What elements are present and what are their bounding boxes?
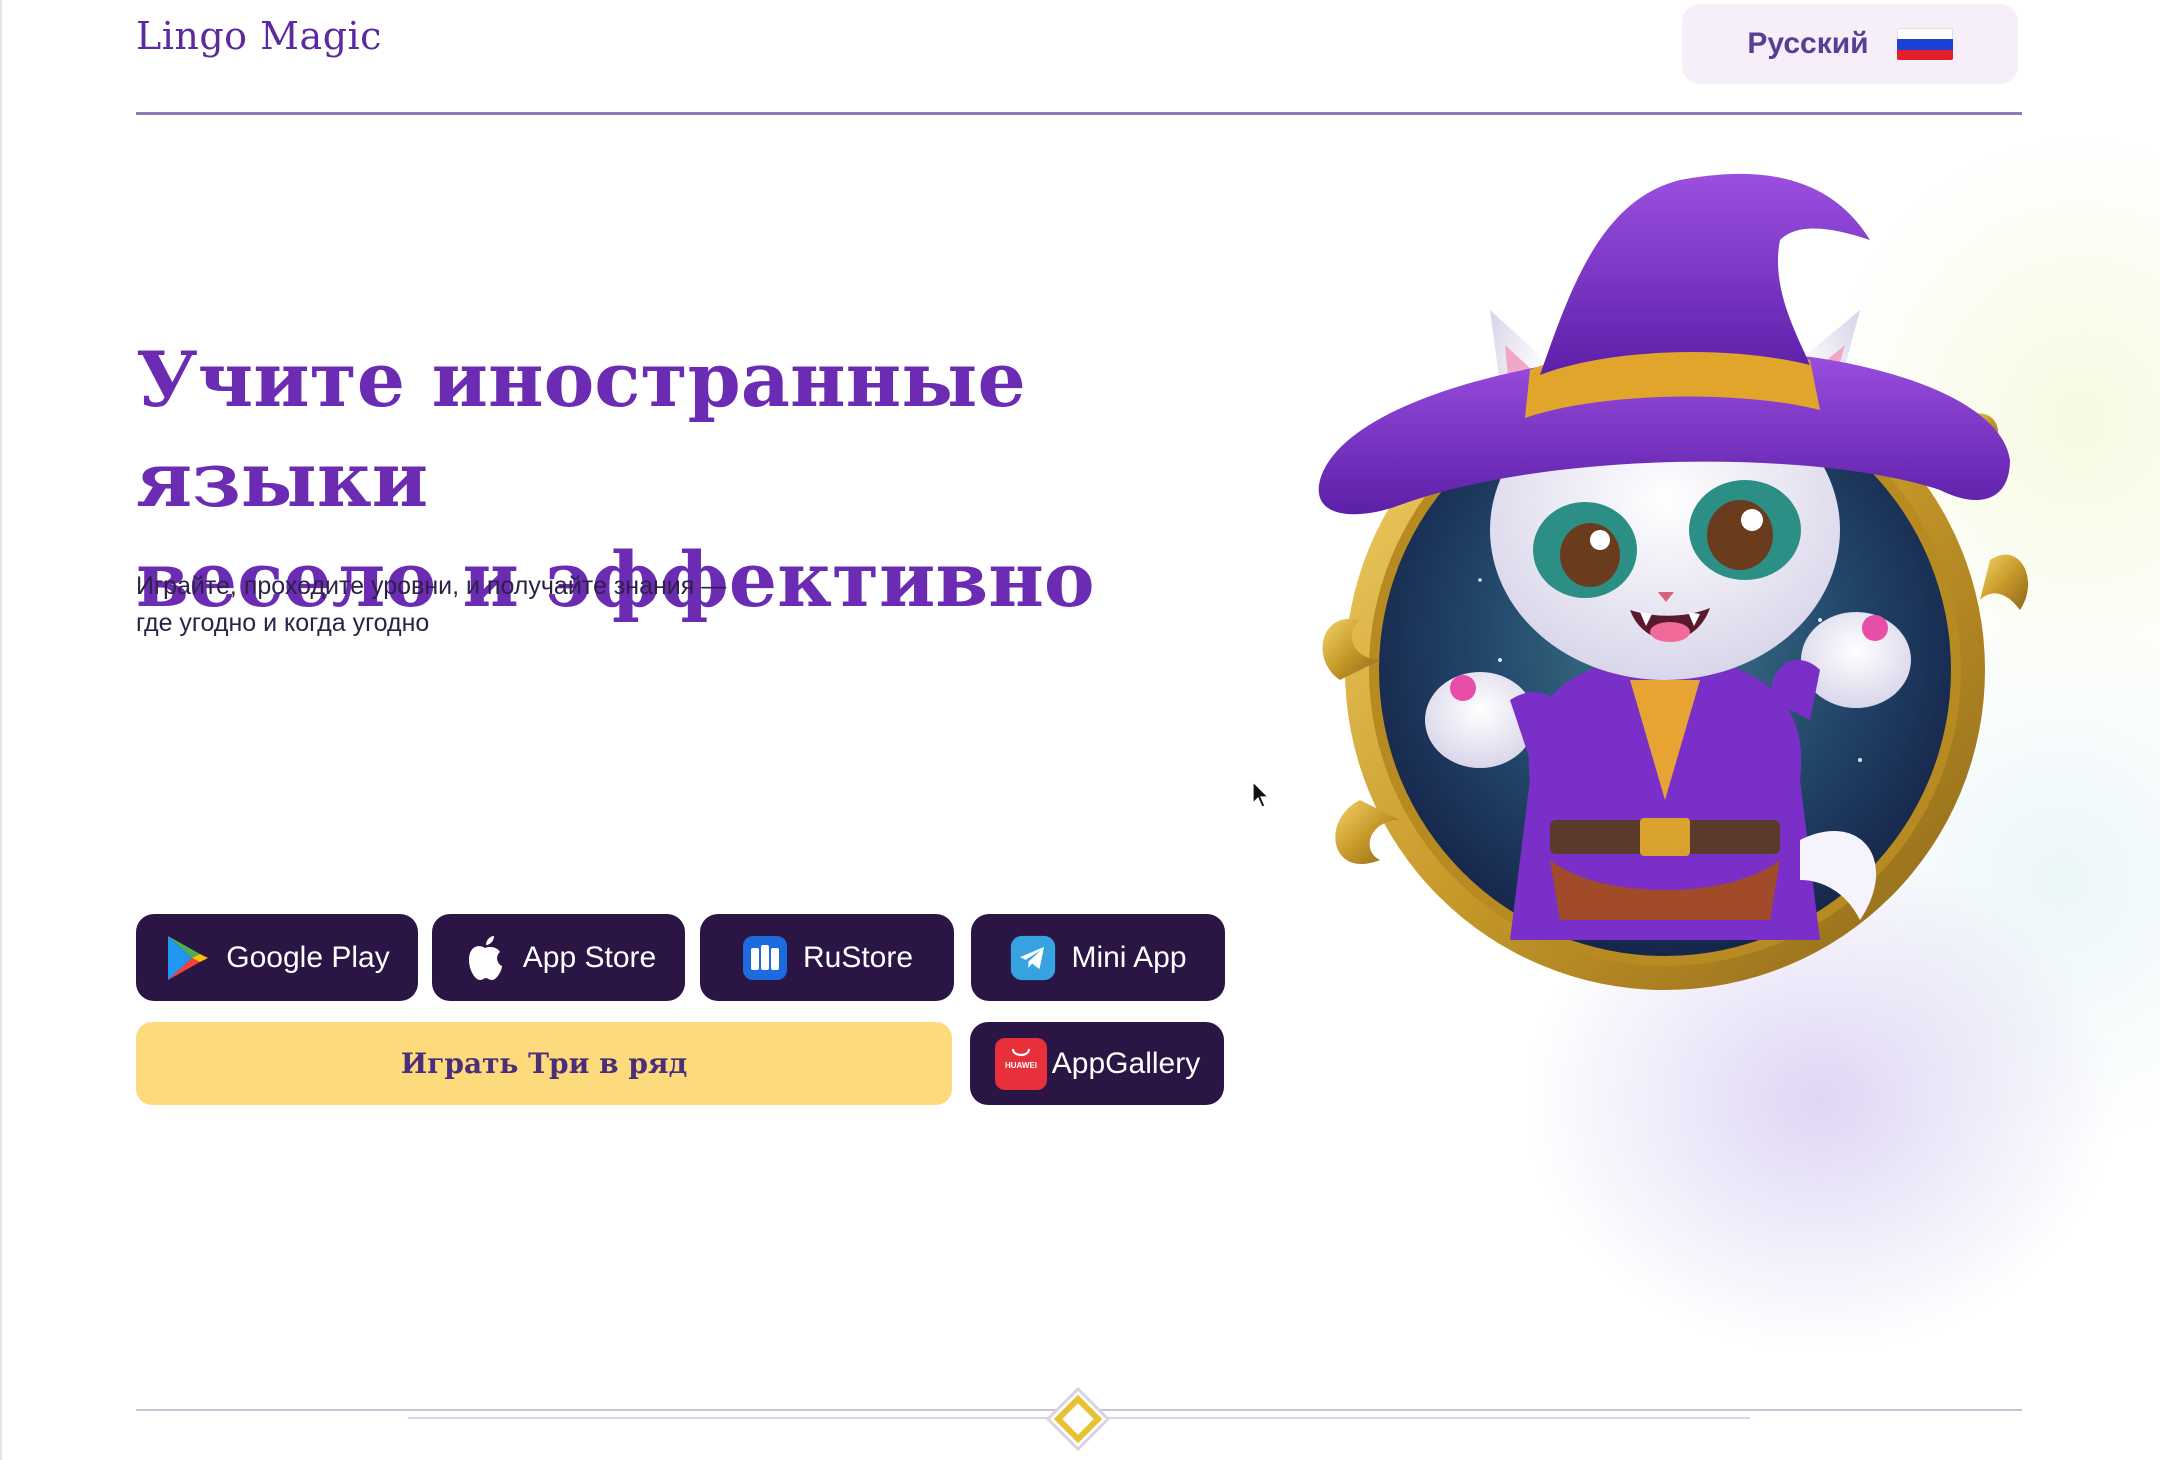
huawei-icon: HUAWEI	[994, 1037, 1048, 1091]
hero-subtitle: Играйте, проходите уровни, и получайте з…	[136, 568, 816, 642]
landing-page: Lingo Magic Русский Учите иностранные яз…	[0, 0, 2160, 1460]
language-switcher[interactable]: Русский	[1682, 4, 2018, 84]
app-gallery-button[interactable]: HUAWEI AppGallery	[970, 1022, 1224, 1105]
diamond-ornament-icon	[1045, 1386, 1111, 1452]
app-gallery-label: AppGallery	[1051, 1046, 1201, 1080]
rustore-icon	[741, 934, 789, 982]
site-logo[interactable]: Lingo Magic	[136, 14, 382, 58]
hero-subtitle-line1: Играйте, проходите уровни, и получайте з…	[136, 572, 727, 600]
hero-title-line1: Учите иностранные языки	[136, 335, 1026, 524]
wizard-cat-mascot	[1318, 173, 2029, 990]
mouse-cursor-icon	[1252, 781, 1270, 808]
rustore-button[interactable]: RuStore	[700, 914, 954, 1001]
russia-flag-icon	[1896, 28, 1953, 60]
telegram-icon	[1009, 934, 1057, 982]
google-play-button[interactable]: Google Play	[136, 914, 418, 1001]
app-store-label: App Store	[522, 940, 657, 974]
google-play-icon	[164, 934, 212, 982]
app-store-button[interactable]: App Store	[432, 914, 685, 1001]
google-play-label: Google Play	[226, 940, 390, 974]
header-divider	[136, 112, 2022, 115]
apple-icon	[461, 934, 509, 982]
page-edge	[0, 0, 2, 1460]
language-label: Русский	[1747, 27, 1869, 60]
hero-subtitle-line2: где угодно и когда угодно	[136, 609, 430, 637]
mini-app-button[interactable]: Mini App	[971, 914, 1225, 1001]
play-match3-button[interactable]: Играть Три в ряд	[136, 1022, 952, 1105]
rustore-label: RuStore	[802, 940, 914, 974]
svg-text:HUAWEI: HUAWEI	[1005, 1061, 1037, 1070]
mini-app-label: Mini App	[1071, 940, 1187, 974]
